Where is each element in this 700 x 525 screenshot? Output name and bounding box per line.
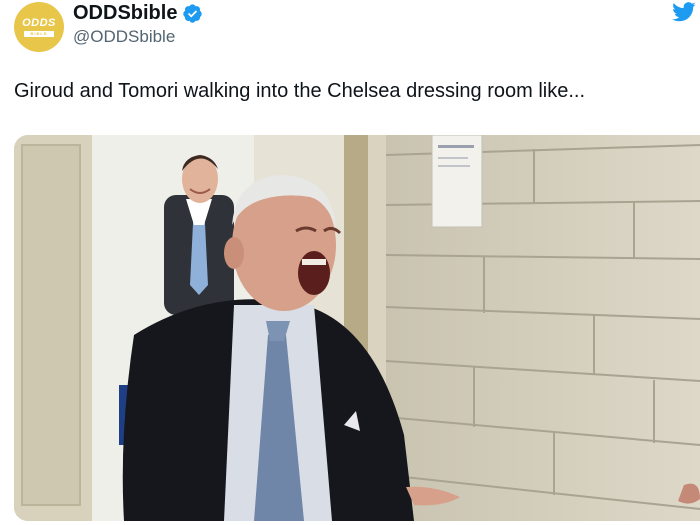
display-name[interactable]: ODDSbible: [73, 2, 177, 25]
media-image: [14, 135, 700, 521]
tweet-media[interactable]: [14, 135, 700, 521]
author-handle[interactable]: @ODDSbible: [73, 27, 175, 47]
avatar[interactable]: ODDS BIBLE: [14, 2, 64, 52]
avatar-logo-text: ODDS: [22, 16, 56, 29]
author-name-row: ODDSbible: [73, 0, 203, 26]
twitter-bird-icon[interactable]: [672, 2, 696, 22]
tweet-text: Giroud and Tomori walking into the Chels…: [14, 80, 586, 102]
tweet-card: ODDS BIBLE ODDSbible @ODDSbible Giroud a…: [0, 0, 700, 525]
avatar-logo-subtext: BIBLE: [24, 30, 54, 37]
verified-badge-icon: [183, 3, 203, 23]
